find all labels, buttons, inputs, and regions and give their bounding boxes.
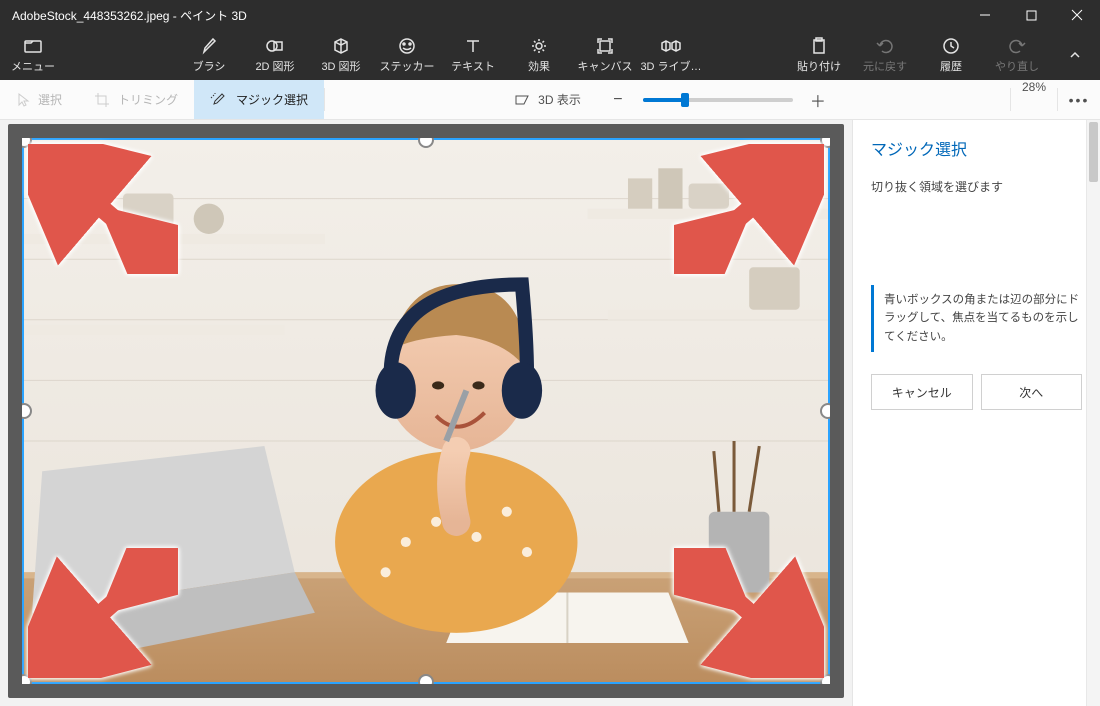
ribbon-toolbar: メニュー ブラシ 2D 図形 3D 図形 ステッカー テキスト 効果 キャンバス… — [0, 30, 1100, 80]
handle-top[interactable] — [418, 138, 434, 148]
trimming-tool-button: トリミング — [78, 80, 194, 119]
lib3d-button[interactable]: 3D ライブ… — [638, 30, 704, 80]
brush-icon — [201, 36, 217, 56]
photo-content[interactable] — [22, 138, 830, 684]
clipboard-icon — [812, 36, 826, 56]
text-icon — [465, 36, 481, 56]
canvas-area[interactable] — [0, 120, 852, 706]
select-label: 選択 — [38, 91, 62, 108]
window-title: AdobeStock_448353262.jpeg - ペイント 3D — [12, 7, 962, 24]
paste-label: 貼り付け — [797, 58, 841, 74]
close-button[interactable] — [1054, 0, 1100, 30]
text-label: テキスト — [451, 58, 495, 74]
redo-button: やり直し — [984, 30, 1050, 80]
canvas-icon — [597, 36, 613, 56]
history-label: 履歴 — [940, 58, 962, 74]
more-menu-button[interactable]: ••• — [1058, 80, 1100, 119]
magic-select-tool-button[interactable]: マジック選択 — [194, 80, 324, 119]
minimize-button[interactable] — [962, 0, 1008, 30]
folder-icon — [24, 36, 42, 56]
view3d-button[interactable]: 3D 表示 — [504, 91, 591, 108]
panel-hint: 青いボックスの角または辺の部分にドラッグして、焦点を当てるものを示してください。 — [871, 285, 1082, 352]
brush-label: ブラシ — [193, 58, 226, 74]
sticker-icon — [398, 36, 416, 56]
context-toolbar: 選択 トリミング マジック選択 3D 表示 − ＋ 28% ••• — [0, 80, 1100, 120]
shapes2d-button[interactable]: 2D 図形 — [242, 30, 308, 80]
lib3d-label: 3D ライブ… — [640, 58, 701, 74]
annotation-arrow-icon — [28, 548, 178, 678]
undo-icon — [876, 36, 894, 56]
annotation-arrow-icon — [674, 548, 824, 678]
history-icon — [942, 36, 960, 56]
effects-label: 効果 — [528, 58, 550, 74]
stickers-label: ステッカー — [380, 58, 435, 74]
canvas-frame — [8, 124, 844, 698]
window-titlebar: AdobeStock_448353262.jpeg - ペイント 3D — [0, 0, 1100, 30]
view3d-label: 3D 表示 — [538, 91, 581, 108]
canvas-button[interactable]: キャンバス — [572, 30, 638, 80]
history-button[interactable]: 履歴 — [918, 30, 984, 80]
side-panel: マジック選択 切り抜く領域を選びます 青いボックスの角または辺の部分にドラッグし… — [852, 120, 1100, 706]
annotation-arrow-icon — [28, 144, 178, 274]
stickers-button[interactable]: ステッカー — [374, 30, 440, 80]
paste-button[interactable]: 貼り付け — [786, 30, 852, 80]
handle-bottom[interactable] — [418, 674, 434, 684]
shapes2d-icon — [266, 36, 284, 56]
magic-label: マジック選択 — [236, 91, 308, 108]
brush-button[interactable]: ブラシ — [176, 30, 242, 80]
select-tool-button: 選択 — [0, 80, 78, 119]
undo-button: 元に戻す — [852, 30, 918, 80]
menu-button[interactable]: メニュー — [0, 30, 66, 80]
next-button[interactable]: 次へ — [981, 374, 1083, 410]
handle-left[interactable] — [22, 403, 32, 419]
panel-title: マジック選択 — [871, 136, 1082, 160]
handle-right[interactable] — [820, 403, 830, 419]
undo-label: 元に戻す — [863, 58, 907, 74]
effects-button[interactable]: 効果 — [506, 30, 572, 80]
effects-icon — [530, 36, 548, 56]
zoom-control: − ＋ — [605, 87, 831, 113]
shapes3d-label: 3D 図形 — [321, 58, 360, 74]
zoom-out-button[interactable]: − — [605, 87, 631, 113]
redo-icon — [1008, 36, 1026, 56]
canvas-label: キャンバス — [578, 58, 633, 74]
scrollbar-thumb[interactable] — [1089, 122, 1098, 182]
redo-label: やり直し — [995, 58, 1039, 74]
panel-scrollbar[interactable] — [1086, 120, 1100, 706]
zoom-slider[interactable] — [643, 98, 793, 102]
cube-icon — [332, 36, 350, 56]
shapes3d-button[interactable]: 3D 図形 — [308, 30, 374, 80]
zoom-percent[interactable]: 28% — [1011, 80, 1057, 119]
menu-label: メニュー — [11, 58, 55, 74]
panel-subtitle: 切り抜く領域を選びます — [871, 178, 1082, 195]
shapes2d-label: 2D 図形 — [255, 58, 294, 74]
cancel-button[interactable]: キャンセル — [871, 374, 973, 410]
zoom-slider-thumb[interactable] — [681, 93, 689, 107]
zoom-in-button[interactable]: ＋ — [805, 87, 831, 113]
annotation-arrow-icon — [674, 144, 824, 274]
library-icon — [661, 36, 681, 56]
maximize-button[interactable] — [1008, 0, 1054, 30]
text-button[interactable]: テキスト — [440, 30, 506, 80]
collapse-ribbon-button[interactable] — [1050, 30, 1100, 80]
trimming-label: トリミング — [118, 91, 178, 108]
